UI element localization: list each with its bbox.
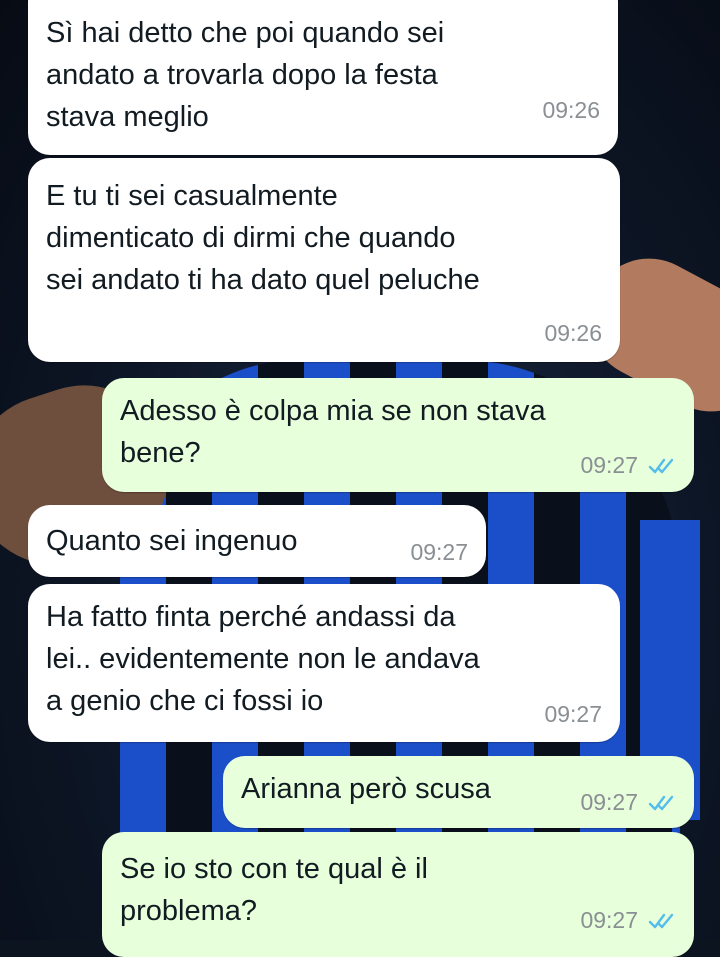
message-timestamp: 09:26 [544,320,602,346]
message-text: Quanto sei ingenuo [46,525,298,557]
message-timestamp: 09:26 [542,97,600,123]
message-text: Arianna però scusa [241,773,491,805]
message-text: Ha fatto finta perché andassi da lei.. e… [46,601,480,717]
message-bubble-outgoing[interactable]: Se io sto con te qual è il problema? 09:… [102,832,694,957]
message-text: Sì hai detto che poi quando sei andato a… [46,17,445,133]
message-timestamp: 09:27 [580,789,638,815]
message-timestamp: 09:27 [544,701,602,727]
double-check-read-icon [648,913,674,929]
message-bubble-outgoing[interactable]: Adesso è colpa mia se non stava bene? 09… [102,378,694,492]
message-timestamp: 09:27 [580,452,638,478]
message-bubble-incoming[interactable]: E tu ti sei casualmente dimenticato di d… [28,158,620,362]
message-text: E tu ti sei casualmente dimenticato di d… [46,180,480,296]
message-bubble-incoming[interactable]: Ha fatto finta perché andassi da lei.. e… [28,584,620,742]
message-text: Adesso è colpa mia se non stava bene? [120,395,546,469]
message-timestamp: 09:27 [410,539,468,565]
message-bubble-outgoing[interactable]: Arianna però scusa 09:27 [223,756,694,828]
message-timestamp: 09:27 [580,907,638,933]
message-text: Se io sto con te qual è il problema? [120,853,428,927]
double-check-read-icon [648,795,674,811]
double-check-read-icon [648,458,674,474]
message-bubble-incoming[interactable]: Quanto sei ingenuo 09:27 [28,505,486,577]
message-bubble-incoming[interactable]: Sì hai detto che poi quando sei andato a… [28,0,618,155]
